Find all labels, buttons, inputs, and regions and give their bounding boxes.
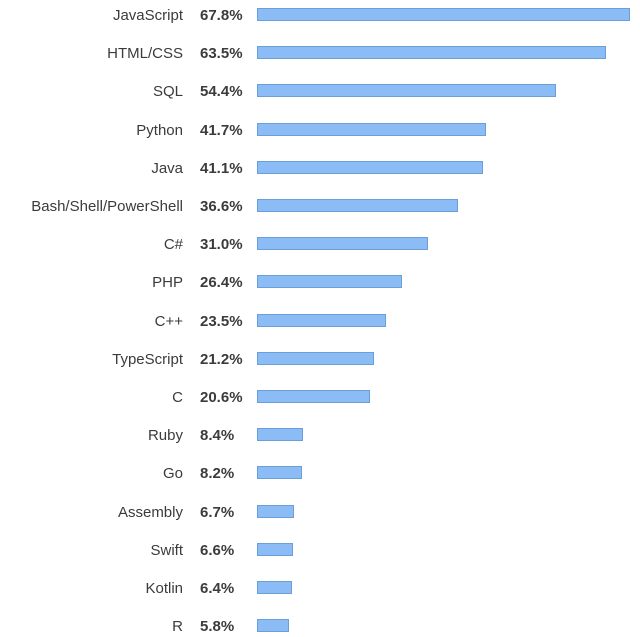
bar-row: HTML/CSS 63.5% xyxy=(0,44,640,64)
bar xyxy=(257,160,484,174)
bar xyxy=(257,428,304,442)
category-label: Assembly xyxy=(117,503,183,521)
category-label: Swift xyxy=(150,541,183,559)
value-label: 26.4% xyxy=(200,274,243,292)
value-label: 21.2% xyxy=(200,350,243,368)
bar xyxy=(257,199,459,212)
value-label: 41.1% xyxy=(200,159,243,177)
value-label: 6.4% xyxy=(200,580,235,597)
value-label: 6.7% xyxy=(200,503,235,521)
bar-row: C++ 23.5% xyxy=(0,312,640,332)
value-label: 23.5% xyxy=(200,312,243,330)
category-label: Ruby xyxy=(147,427,183,445)
value-label: 8.4% xyxy=(200,427,235,445)
value-label: 63.5% xyxy=(200,45,243,63)
bar xyxy=(257,390,371,403)
bar-row: Java 41.1% xyxy=(0,159,640,179)
bar xyxy=(257,581,293,594)
bar-row: SQL 54.4% xyxy=(0,82,640,102)
bar xyxy=(257,122,487,136)
category-label: Java xyxy=(151,159,183,177)
category-label: Kotlin xyxy=(145,580,183,597)
bar xyxy=(257,313,387,327)
bar-row: PHP 26.4% xyxy=(0,273,640,293)
bar-row: Go 8.2% xyxy=(0,464,640,484)
value-label: 20.6% xyxy=(200,389,243,406)
bar-row: Assembly 6.7% xyxy=(0,503,640,523)
category-label: Python xyxy=(136,121,183,139)
bar-row: R 5.8% xyxy=(0,617,640,637)
category-label: Bash/Shell/PowerShell xyxy=(31,198,183,215)
category-label: C# xyxy=(163,236,183,254)
language-popularity-chart: JavaScript 67.8% HTML/CSS 63.5% SQL 54.4% Pyth… xyxy=(0,0,640,635)
bar-row: C 20.6% xyxy=(0,388,640,408)
value-label: 31.0% xyxy=(200,236,243,254)
bar xyxy=(257,619,289,633)
value-label: 8.2% xyxy=(200,465,235,483)
bar xyxy=(257,8,630,21)
bar-row: Swift 6.6% xyxy=(0,541,640,561)
category-label: TypeScript xyxy=(112,350,183,368)
bar xyxy=(257,504,294,518)
bar xyxy=(257,542,294,556)
category-label: Go xyxy=(162,465,183,483)
category-label: HTML/CSS xyxy=(107,45,183,63)
bar-row: Python 41.7% xyxy=(0,121,640,141)
category-label: C xyxy=(172,389,183,406)
value-label: 6.6% xyxy=(200,541,235,559)
value-label: 54.4% xyxy=(200,83,243,101)
value-label: 5.8% xyxy=(200,618,235,636)
bar-row: JavaScript 67.8% xyxy=(0,6,640,26)
bar-row: C# 31.0% xyxy=(0,235,640,255)
category-label: PHP xyxy=(152,274,183,292)
bar xyxy=(257,275,403,289)
value-label: 41.7% xyxy=(200,121,243,139)
bar xyxy=(257,237,428,251)
bar xyxy=(257,466,303,480)
bar xyxy=(257,46,607,60)
category-label: C++ xyxy=(154,312,183,330)
category-label: SQL xyxy=(152,83,183,101)
bar-row: Bash/Shell/PowerShell 36.6% xyxy=(0,197,640,217)
value-label: 36.6% xyxy=(200,198,243,215)
category-label: JavaScript xyxy=(112,7,183,24)
bar-row: Kotlin 6.4% xyxy=(0,579,640,599)
bar xyxy=(257,351,374,365)
category-label: R xyxy=(172,618,183,636)
bar-row: Ruby 8.4% xyxy=(0,426,640,446)
bar xyxy=(257,84,557,98)
value-label: 67.8% xyxy=(200,7,243,24)
bar-row: TypeScript 21.2% xyxy=(0,350,640,370)
